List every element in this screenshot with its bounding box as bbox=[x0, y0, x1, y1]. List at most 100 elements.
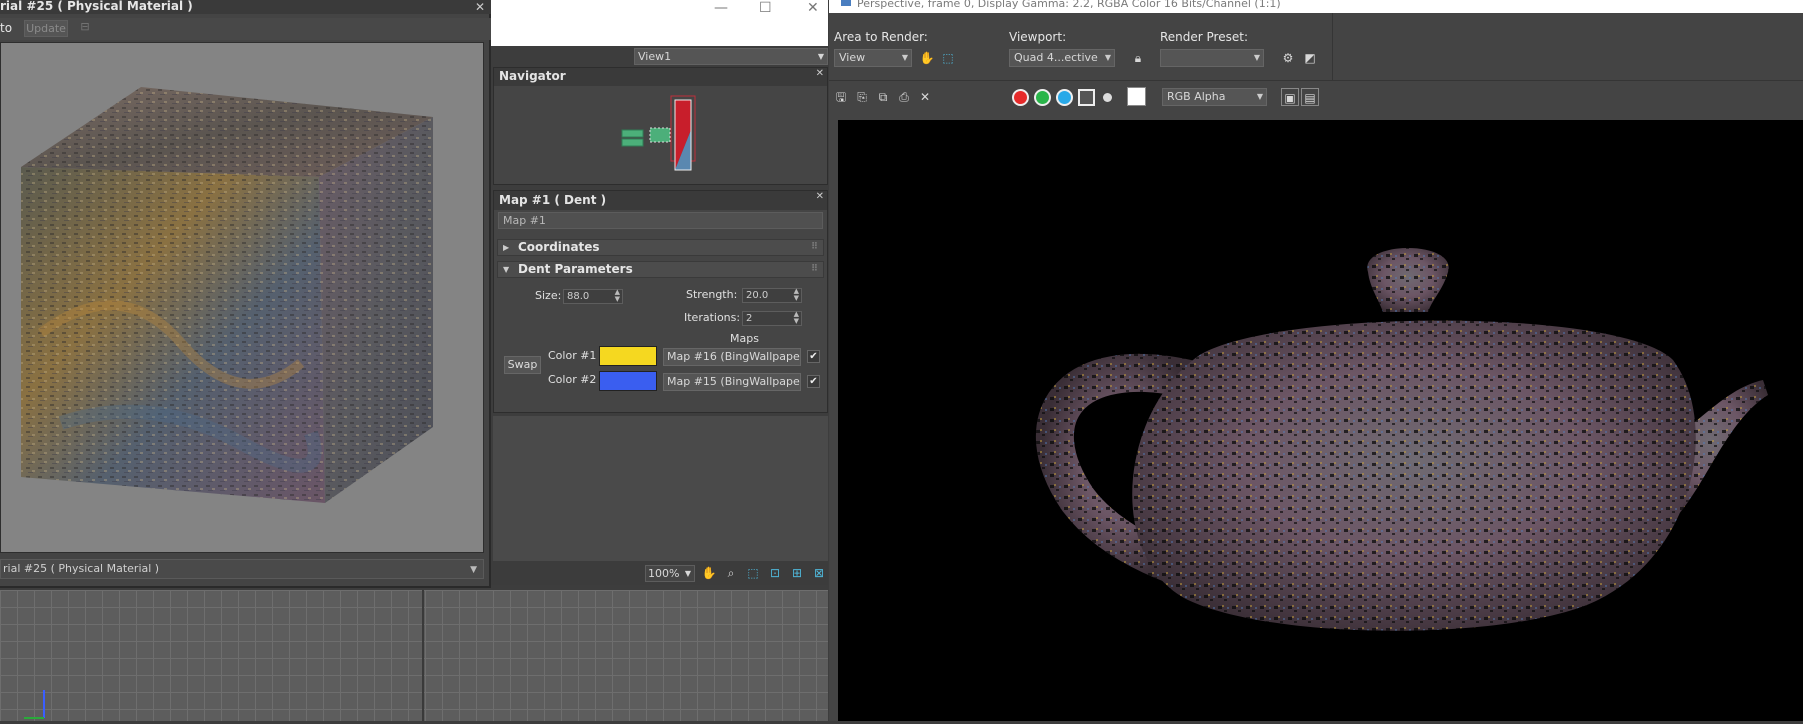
pan-hand-icon[interactable]: ✋ bbox=[700, 564, 718, 582]
auto-region-icon[interactable]: ⬚ bbox=[939, 49, 957, 67]
view-selector[interactable]: View1 ▼ bbox=[634, 48, 828, 65]
size-value: 88.0 bbox=[567, 291, 590, 302]
rollout-coordinates[interactable]: ▶ Coordinates ⠿ bbox=[497, 239, 824, 256]
color2-map-button[interactable]: Map #15 (BingWallpaper(4).j bbox=[663, 373, 801, 391]
close-icon[interactable]: ✕ bbox=[816, 191, 824, 202]
zoom-selector[interactable]: 100% ▼ bbox=[645, 565, 695, 582]
auto-update-label[interactable]: to bbox=[0, 21, 12, 35]
area-to-render-label: Area to Render: bbox=[834, 30, 928, 44]
alpha-channel-icon[interactable] bbox=[1078, 89, 1095, 106]
maximize-icon[interactable]: ☐ bbox=[759, 0, 772, 16]
zoom-all-icon[interactable]: ⊠ bbox=[810, 564, 828, 582]
iterations-spinner[interactable]: 2 ▲ ▼ bbox=[742, 311, 802, 326]
toggle-ui-overlays-icon[interactable]: ▣ bbox=[1281, 88, 1299, 106]
rollout-dent-parameters-label: Dent Parameters bbox=[518, 262, 633, 276]
zoom-extents-icon[interactable]: ⊡ bbox=[766, 564, 784, 582]
save-icon[interactable]: 🖫 bbox=[832, 88, 850, 106]
area-to-render-combo[interactable]: View ▼ bbox=[834, 49, 912, 67]
divider bbox=[1332, 13, 1333, 81]
color1-map-checkbox[interactable]: ✔ bbox=[807, 350, 820, 363]
map-parameters-panel: Map #1 ( Dent ) ✕ Map #1 ▶ Coordinates ⠿… bbox=[493, 190, 828, 413]
map-name-field[interactable]: Map #1 bbox=[498, 212, 823, 229]
teapot-render bbox=[1035, 248, 1768, 631]
swatch-icon[interactable] bbox=[1127, 87, 1146, 106]
chevron-down-icon: ▼ bbox=[817, 52, 824, 61]
rollout-coordinates-label: Coordinates bbox=[518, 240, 600, 254]
clone-icon[interactable]: ⧉ bbox=[874, 88, 892, 106]
zoom-region-icon[interactable]: ⬚ bbox=[744, 564, 762, 582]
toggle-ui-icon[interactable]: ▤ bbox=[1301, 88, 1319, 106]
swap-button[interactable]: Swap bbox=[504, 356, 541, 374]
size-label: Size: bbox=[535, 289, 562, 302]
material-toolbar bbox=[0, 18, 491, 40]
close-icon[interactable]: ✕ bbox=[816, 68, 824, 79]
map-panel-title: Map #1 ( Dent ) bbox=[494, 191, 827, 210]
window-titlebar bbox=[491, 0, 828, 46]
render-setup-icon[interactable]: ⚙ bbox=[1279, 49, 1297, 67]
red-channel-icon[interactable] bbox=[1012, 89, 1029, 106]
strength-label: Strength: bbox=[686, 288, 738, 301]
rollout-dent-parameters[interactable]: ▼ Dent Parameters ⠿ bbox=[497, 261, 824, 278]
lock-icon[interactable]: 🔒︎ bbox=[1129, 49, 1147, 67]
view-selector-value: View1 bbox=[638, 50, 672, 63]
spinner-arrows-icon[interactable]: ▲ ▼ bbox=[615, 289, 620, 303]
zoom-value: 100% bbox=[648, 567, 680, 580]
grip-icon: ⠿ bbox=[810, 242, 818, 252]
render-preset-label: Render Preset: bbox=[1160, 30, 1248, 44]
viewport-grid[interactable] bbox=[0, 590, 828, 721]
navigator-minimap[interactable] bbox=[494, 86, 829, 186]
clear-icon[interactable]: ✕ bbox=[916, 88, 934, 106]
viewport-divider bbox=[422, 590, 424, 721]
size-spinner[interactable]: 88.0 ▲ ▼ bbox=[563, 289, 623, 304]
spinner-arrows-icon[interactable]: ▲ ▼ bbox=[794, 288, 799, 302]
area-to-render-value: View bbox=[839, 51, 866, 64]
maps-label: Maps bbox=[730, 332, 759, 345]
material-preview-window: rial #25 ( Physical Material ) ✕ to Upda… bbox=[0, 0, 491, 588]
axis-gizmo-icon bbox=[24, 690, 45, 719]
material-preview-viewport[interactable] bbox=[0, 42, 484, 553]
channel-display-combo[interactable]: RGB Alpha ▼ bbox=[1162, 88, 1267, 106]
edit-region-icon[interactable]: ✋ bbox=[918, 49, 936, 67]
iterations-value: 2 bbox=[746, 313, 753, 324]
node-view-area[interactable] bbox=[493, 416, 828, 561]
chevron-right-icon: ▶ bbox=[503, 243, 510, 252]
print-icon[interactable]: ⎙ bbox=[895, 88, 913, 106]
chevron-down-icon: ▼ bbox=[901, 53, 908, 62]
material-name-combo[interactable]: rial #25 ( Physical Material ) ▼ bbox=[0, 559, 484, 579]
color2-map-checkbox[interactable]: ✔ bbox=[807, 375, 820, 388]
rendered-frame-window: Perspective, frame 0, Display Gamma: 2.2… bbox=[829, 0, 1803, 721]
render-output-canvas[interactable] bbox=[838, 120, 1803, 721]
copy-icon[interactable]: ⎘ bbox=[853, 88, 871, 106]
textured-cube-render bbox=[21, 87, 433, 503]
environment-icon[interactable]: ◩ bbox=[1301, 49, 1319, 67]
spinner-arrows-icon[interactable]: ▲ ▼ bbox=[794, 311, 799, 325]
chevron-down-icon: ▼ bbox=[470, 565, 477, 575]
render-preset-combo[interactable]: ▼ bbox=[1160, 49, 1264, 67]
zoom-selected-icon[interactable]: ⊞ bbox=[788, 564, 806, 582]
minimize-icon[interactable]: — bbox=[714, 0, 728, 16]
strength-value: 20.0 bbox=[746, 290, 769, 301]
render-toolbar: 🖫 ⎘ ⧉ ⎙ ✕ RGB Alpha ▼ ▣ ▤ bbox=[829, 82, 1803, 112]
chevron-down-icon: ▼ bbox=[1256, 92, 1263, 101]
blue-channel-icon[interactable] bbox=[1056, 89, 1073, 106]
green-channel-icon[interactable] bbox=[1034, 89, 1051, 106]
color1-swatch[interactable] bbox=[599, 346, 657, 366]
color2-swatch[interactable] bbox=[599, 371, 657, 391]
iterations-label: Iterations: bbox=[684, 311, 741, 324]
render-settings-bar: Area to Render: View ▼ ✋ ⬚ Viewport: Qua… bbox=[829, 13, 1803, 81]
render-window-title: Perspective, frame 0, Display Gamma: 2.2… bbox=[829, 0, 1803, 13]
close-icon[interactable]: ✕ bbox=[807, 0, 819, 16]
update-button[interactable]: Update bbox=[24, 20, 68, 37]
color1-map-button[interactable]: Map #16 (BingWallpaper_5.j bbox=[663, 348, 801, 366]
close-icon[interactable]: ✕ bbox=[475, 0, 485, 14]
navigator-panel: Navigator ✕ bbox=[493, 67, 828, 185]
color2-label: Color #2 bbox=[548, 373, 597, 386]
channel-display-value: RGB Alpha bbox=[1167, 90, 1226, 103]
zoom-icon[interactable]: ⌕ bbox=[722, 564, 740, 582]
viewport-value: Quad 4...ective bbox=[1014, 51, 1098, 64]
monochrome-icon[interactable] bbox=[1103, 93, 1112, 102]
navigator-title: Navigator bbox=[494, 68, 827, 86]
strength-spinner[interactable]: 20.0 ▲ ▼ bbox=[742, 288, 802, 303]
pin-icon[interactable]: ⊟ bbox=[78, 20, 92, 34]
viewport-combo[interactable]: Quad 4...ective ▼ bbox=[1009, 49, 1115, 67]
